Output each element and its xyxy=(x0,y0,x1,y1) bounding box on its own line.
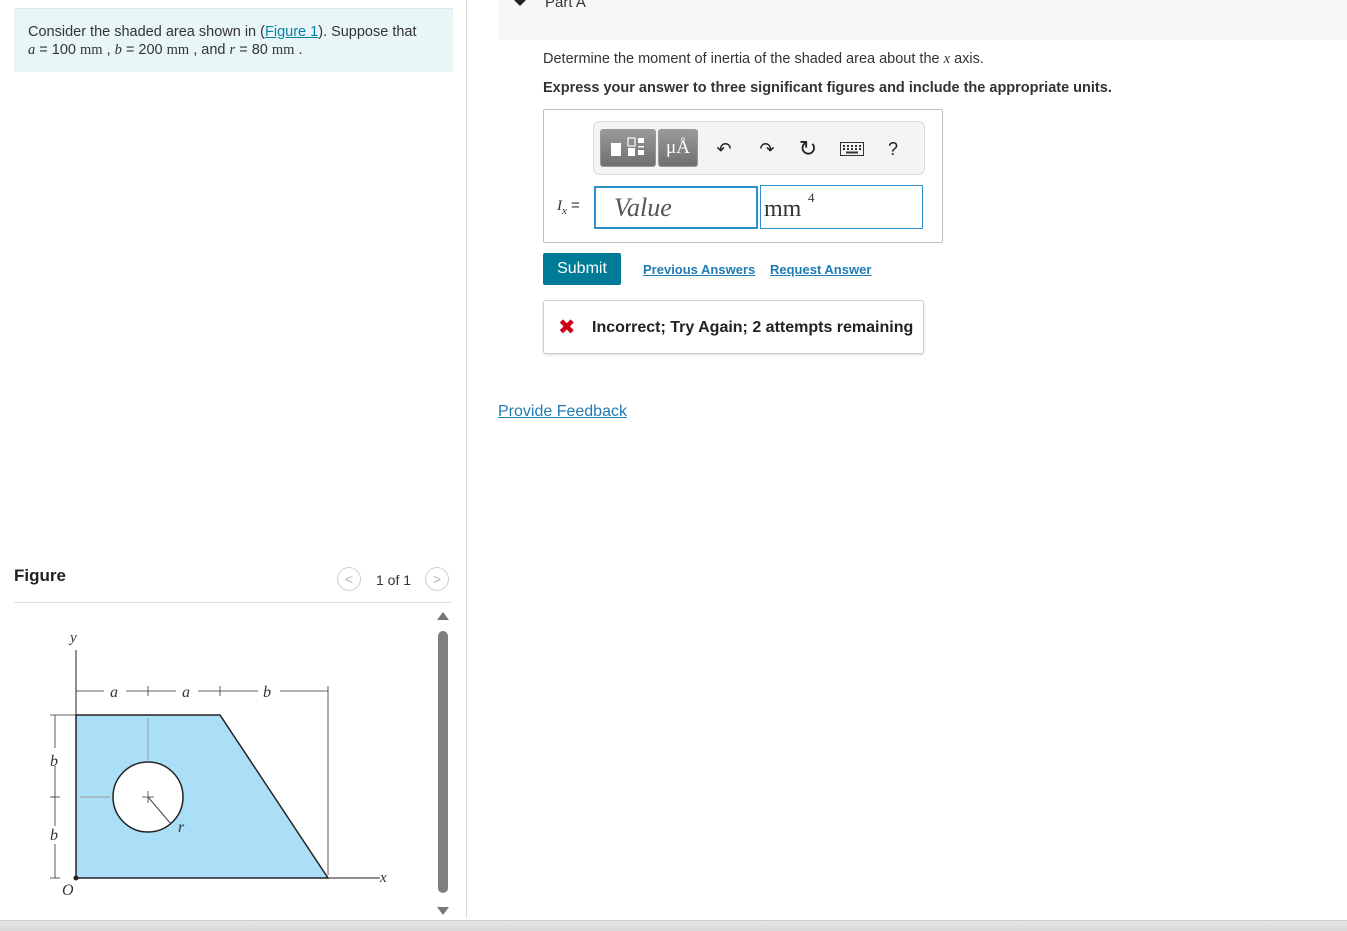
question-prefix: Determine the moment of inertia of the s… xyxy=(543,51,944,67)
dim-label-b-top: b xyxy=(263,684,271,701)
collapse-caret-icon[interactable] xyxy=(514,0,526,6)
a-value: = 100 xyxy=(35,42,80,58)
feedback-text: Incorrect; Try Again; 2 attempts remaini… xyxy=(592,319,914,336)
answer-label-eq: = xyxy=(566,197,580,214)
a-unit: mm xyxy=(80,42,103,58)
undo-icon[interactable]: ↶ xyxy=(713,138,735,160)
units-icon: μÅ xyxy=(666,137,690,158)
figure-diagram: a a b b b y x O r xyxy=(46,630,387,899)
origin-dot xyxy=(73,875,79,881)
value-input[interactable] xyxy=(594,186,758,229)
unit-text: mm xyxy=(764,196,802,222)
r-unit: mm xyxy=(271,42,295,58)
b-unit: mm xyxy=(166,42,190,58)
answer-label: Ix = xyxy=(557,197,580,217)
templates-button[interactable] xyxy=(600,129,656,167)
figure-scrollbar-thumb[interactable] xyxy=(438,631,448,893)
units-button[interactable]: μÅ xyxy=(658,129,698,167)
figure-1-link[interactable]: Figure 1 xyxy=(265,24,318,40)
sep-and: , and xyxy=(189,42,230,58)
figure-header-rule xyxy=(14,602,451,603)
request-answer-link[interactable]: Request Answer xyxy=(770,262,871,277)
figure-prev-button[interactable]: < xyxy=(337,567,361,591)
dim-label-a2: a xyxy=(182,684,190,701)
dim-label-a1: a xyxy=(110,684,118,701)
origin-label: O xyxy=(62,882,74,899)
submit-button[interactable]: Submit xyxy=(543,253,621,285)
problem-statement: Consider the shaded area shown in (Figur… xyxy=(14,8,453,72)
chevron-left-icon: < xyxy=(344,571,354,587)
question-suffix: axis. xyxy=(950,51,984,67)
help-icon[interactable]: ? xyxy=(882,138,904,160)
dim-label-b-upper: b xyxy=(50,753,58,770)
axis-label-x: x xyxy=(379,870,387,886)
keyboard-button[interactable] xyxy=(840,138,864,160)
figure-title: Figure xyxy=(14,566,66,585)
dim-label-b-lower: b xyxy=(50,827,58,844)
provide-feedback-link[interactable]: Provide Feedback xyxy=(498,403,627,421)
question-text: Determine the moment of inertia of the s… xyxy=(543,51,984,68)
panel-divider xyxy=(466,0,467,918)
unit-exponent: 4 xyxy=(808,190,815,205)
r-value: = 80 xyxy=(235,42,272,58)
sep-1: , xyxy=(102,42,115,58)
b-value: = 200 xyxy=(121,42,167,58)
axis-label-y: y xyxy=(68,630,77,646)
previous-answers-link[interactable]: Previous Answers xyxy=(643,262,755,277)
part-a-header[interactable] xyxy=(498,0,1347,40)
reset-icon[interactable]: ↻ xyxy=(797,136,819,161)
instruction-text: Express your answer to three significant… xyxy=(543,80,1112,96)
figure-count: 1 of 1 xyxy=(376,572,412,588)
templates-icon xyxy=(611,137,644,156)
sentence-end: . xyxy=(294,42,303,58)
part-a-title: Part A xyxy=(545,0,586,11)
keyboard-icon xyxy=(840,142,864,156)
redo-icon[interactable]: ↷ xyxy=(756,138,778,160)
chevron-right-icon: > xyxy=(432,571,442,587)
scroll-up-arrow-icon[interactable] xyxy=(437,612,449,620)
incorrect-x-icon: ✖ xyxy=(558,316,576,339)
problem-text-suffix: ). Suppose that xyxy=(318,24,417,40)
bottom-bar xyxy=(0,920,1347,931)
scroll-down-arrow-icon[interactable] xyxy=(437,907,449,915)
radius-label: r xyxy=(178,819,185,836)
problem-text-prefix: Consider the shaded area shown in ( xyxy=(28,24,265,40)
var-b: b xyxy=(114,42,122,58)
figure-next-button[interactable]: > xyxy=(425,567,449,591)
